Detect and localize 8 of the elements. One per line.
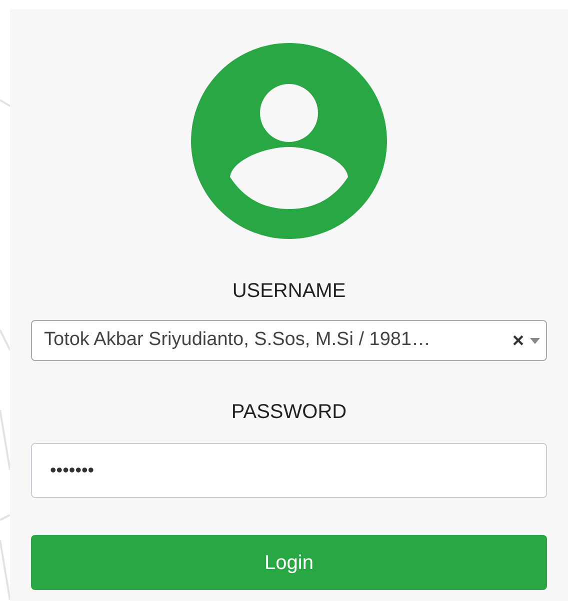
password-label: PASSWORD xyxy=(231,400,347,425)
username-label: USERNAME xyxy=(232,279,346,304)
username-select[interactable]: Totok Akbar Sriyudianto, S.Sos, M.Si / 1981… × xyxy=(31,320,547,361)
clear-button[interactable]: × xyxy=(510,326,526,356)
selected-value: Totok Akbar Sriyudianto, S.Sos, M.Si / 1981… xyxy=(44,328,432,352)
password-field[interactable]: ••••••• xyxy=(31,443,547,498)
user-avatar-icon xyxy=(190,42,388,240)
caret-icon xyxy=(530,338,540,344)
